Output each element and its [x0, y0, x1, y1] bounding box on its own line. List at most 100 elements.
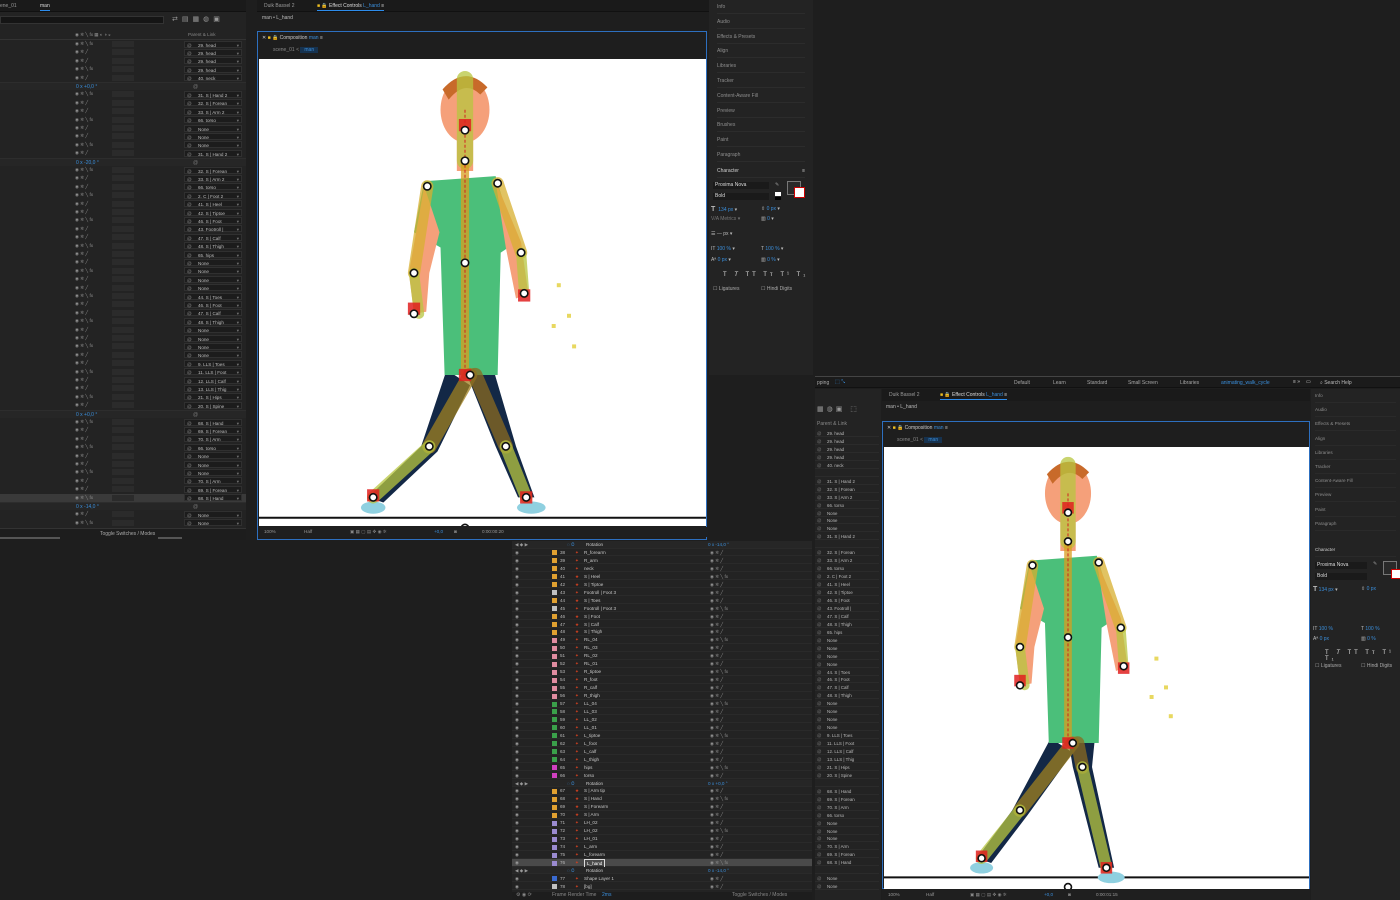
layer-switches[interactable]: ◉ ✲ ╱: [710, 851, 723, 859]
layer-row[interactable]: ◉ ✲ ╱ None: [0, 510, 246, 519]
layer-switches[interactable]: ◉ ✲ ╱: [75, 250, 88, 258]
label-color-chip[interactable]: [552, 852, 557, 858]
layer-name[interactable]: torso: [584, 772, 594, 780]
layer-row[interactable]: ◉ ✲ ╲ fx None: [0, 519, 246, 527]
layer-row[interactable]: ◉ ✲ ╲ fx 29. head: [0, 65, 246, 74]
viewer-controls[interactable]: 100% Half ▣ ▦ ▢ ▤ ✥ ◉ ✲ +0,0 ◙ 0:00:00:2…: [258, 527, 708, 537]
stroke-swatch-bottom[interactable]: [1391, 569, 1400, 579]
layer-name[interactable]: L_thigh: [584, 756, 599, 764]
label-color-chip[interactable]: [552, 653, 557, 659]
layer-row[interactable]: ◉ 39 ✦ R_arm ◉ ✲ ╱: [512, 557, 812, 565]
parent-list-item[interactable]: [815, 780, 879, 787]
layer-name[interactable]: LL_03: [584, 708, 597, 716]
visibility-eye-icon[interactable]: ◉: [515, 748, 519, 756]
rotation-group-row[interactable]: ◀ ◆ ▶ ◌ ⏱ Rotation 0 x -14,0 °: [512, 866, 812, 875]
layer-name[interactable]: S | Foot: [584, 613, 600, 621]
panel-info[interactable]: Info: [717, 0, 805, 14]
parent-list-item[interactable]: @12. LLS | Calf: [815, 748, 879, 755]
layer-name[interactable]: S | Forearm: [584, 803, 608, 811]
layer-name[interactable]: Footroll | Foot 3: [584, 605, 616, 613]
parent-link-select[interactable]: 32. S | Forean: [184, 166, 242, 175]
hindi-digits-checkbox-bottom[interactable]: ☐ Hindi Digits: [1361, 663, 1392, 669]
layer-name[interactable]: RL_02: [584, 652, 598, 660]
layer-row[interactable]: ◉ ✲ ╱ 46. S | Foot: [0, 300, 246, 309]
layer-name[interactable]: LL_01: [584, 724, 597, 732]
layer-name[interactable]: Rotation: [586, 541, 603, 549]
label-color-chip[interactable]: [552, 669, 557, 675]
mode-cells[interactable]: [112, 335, 134, 341]
character-header[interactable]: Character ≡: [717, 164, 805, 178]
rotation-group-row[interactable]: ◀ ◆ ▶ ◌ ⏱ Rotation 0 x +0,0 °: [512, 779, 812, 788]
layer-switches[interactable]: ◉ ✲ ╲ fx: [75, 494, 93, 502]
layer-row[interactable]: ◉ 67 ★ S | Arm tip ◉ ✲ ╱: [512, 787, 812, 795]
parent-link-select[interactable]: 68. S | Hand: [184, 494, 242, 502]
resolution-select[interactable]: Half: [304, 527, 312, 537]
rotation-value[interactable]: 0 x -14,0 °: [708, 867, 729, 875]
panel-paint[interactable]: Paint: [717, 133, 805, 148]
layer-row[interactable]: ◉ 56 ✦ R_thigh ◉ ✲ ╱: [512, 692, 812, 700]
label-color-chip[interactable]: [552, 812, 557, 818]
layer-switches[interactable]: ◉ ✲ ╲ fx: [75, 443, 93, 451]
layer-row[interactable]: ◉ ✲ ╲ fx 21. S | Hips: [0, 393, 246, 401]
layer-row[interactable]: ◉ ✲ ╲ fx 46. S | Foot: [0, 216, 246, 225]
viewer-controls-right[interactable]: 100% Half ▣ ▦ ▢ ▤ ✥ ◉ ✲ +0,0 ◙ 0:00:01:1…: [882, 890, 1310, 900]
layer-switches[interactable]: ◉ ✲ ╱: [710, 716, 723, 724]
layer-row[interactable]: ◉ 38 ✦ R_forearm ◉ ✲ ╱: [512, 549, 812, 557]
layer-name[interactable]: S | Arm tip: [584, 787, 605, 795]
layer-row[interactable]: ◉ ✲ ╱ 70. S | Arm: [0, 477, 246, 485]
layer-switches[interactable]: ◉ ✲ ╱: [75, 132, 88, 140]
tab-man[interactable]: man: [40, 2, 50, 11]
layer-name[interactable]: R_forearm: [584, 549, 606, 557]
visibility-eye-icon[interactable]: ◉: [515, 756, 519, 764]
label-color-chip[interactable]: [552, 804, 557, 810]
tsume-field[interactable]: ▥ 0 % ▾: [761, 257, 780, 263]
workspace-overflow-icon[interactable]: ≡ »: [1293, 379, 1300, 385]
parent-list-item[interactable]: [815, 541, 879, 549]
mode-cells[interactable]: [112, 385, 134, 392]
layer-switches[interactable]: ◉ ✲ ╱: [75, 258, 88, 266]
layer-row[interactable]: ◉ ✲ ╱ 69. S | Forean: [0, 485, 246, 494]
layer-switches[interactable]: ◉ ✲ ╱: [710, 565, 723, 573]
hindi-digits-checkbox[interactable]: ☐ Hindi Digits: [761, 286, 792, 292]
visibility-eye-icon[interactable]: ◉: [515, 859, 519, 867]
rotation-group-row[interactable]: 0 x -14,0 ° @: [0, 502, 246, 511]
layer-switches[interactable]: ◉ ✲ ╱: [710, 557, 723, 565]
visibility-eye-icon[interactable]: ◉: [515, 819, 519, 827]
layer-row[interactable]: ◉ ✲ ╱ 32. S | Forean: [0, 99, 246, 107]
visibility-eye-icon[interactable]: ◉: [515, 652, 519, 660]
workspace-left-icons[interactable]: ⬚ ⤡: [835, 379, 845, 385]
layer-switches[interactable]: ◉ ✲ ╲ fx: [75, 65, 93, 73]
layer-switches[interactable]: ◉ ✲ ╱: [75, 174, 88, 182]
layer-name[interactable]: Rotation: [586, 780, 603, 788]
view-icons-right[interactable]: ▣ ▦ ▢ ▤ ✥ ◉ ✲: [970, 890, 1007, 900]
layer-switches[interactable]: ◉ ✲ ╱: [710, 652, 723, 660]
parent-link-select[interactable]: None: [184, 267, 242, 275]
layer-name[interactable]: R_foot: [584, 676, 598, 684]
visibility-eye-icon[interactable]: ◉: [515, 740, 519, 748]
layer-row[interactable]: ◉ ✲ ╱ 9. LLS | Toes: [0, 359, 246, 368]
layer-row[interactable]: ◉ ✲ ╱ None: [0, 124, 246, 133]
ligatures-checkbox-bottom[interactable]: ☐ Ligatures: [1315, 663, 1341, 669]
layer-row[interactable]: ◉ ✲ ╱ None: [0, 351, 246, 359]
label-color-chip[interactable]: [552, 550, 557, 556]
layer-row[interactable]: ◉ ✲ ╱ 70. S | Arm: [0, 435, 246, 443]
rotation-group-row[interactable]: 0 x +0,0 ° @: [0, 409, 246, 418]
parent-link-select[interactable]: None: [184, 460, 242, 469]
parent-link-select[interactable]: 29. head: [184, 65, 242, 74]
baseline-field[interactable]: Aª 0 px ▾: [711, 257, 731, 263]
layer-switches[interactable]: ◉ ✲ ╱: [710, 787, 723, 795]
parent-list-item[interactable]: @40. neck: [815, 462, 879, 469]
parent-link-select[interactable]: 13. LLS | Thig: [184, 385, 242, 393]
mode-cells[interactable]: [112, 301, 134, 308]
comp-viewer-right[interactable]: [884, 447, 1309, 889]
layer-switches[interactable]: ◉ ✲ ╲ fx: [75, 368, 93, 376]
layer-name[interactable]: LL_04: [584, 700, 597, 708]
parent-link-select[interactable]: 65. hips: [184, 250, 242, 259]
mode-cells[interactable]: [112, 209, 134, 215]
layer-name[interactable]: RL_01: [584, 660, 598, 668]
parent-link-select[interactable]: 46. S | Foot: [184, 217, 242, 225]
layer-switches[interactable]: ◉ ✲ ╲ fx: [75, 317, 93, 325]
comp-flow-right[interactable]: scene_01 < man: [897, 437, 943, 443]
layer-row[interactable]: ◉ 51 ✦ RL_02 ◉ ✲ ╱: [512, 652, 812, 660]
layer-row[interactable]: ◉ ✲ ╱ 29. head: [0, 48, 246, 57]
